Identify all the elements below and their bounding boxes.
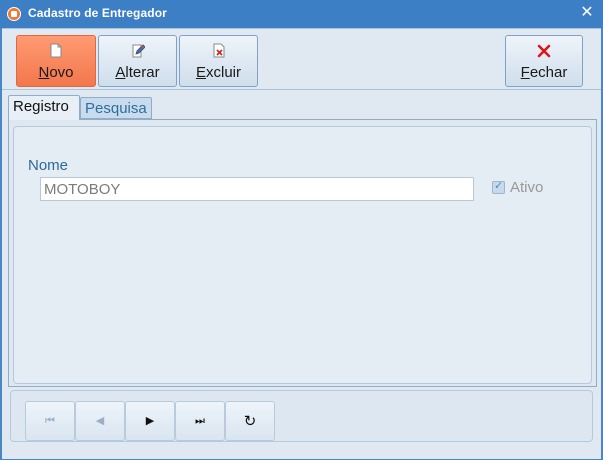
toolbar-divider bbox=[2, 89, 601, 90]
refresh-button[interactable]: ↻ bbox=[225, 401, 275, 441]
nome-input[interactable] bbox=[40, 177, 474, 201]
novo-button[interactable]: Novo bbox=[16, 35, 96, 87]
next-record-icon: ▶ bbox=[145, 414, 155, 427]
first-record-button[interactable]: ⏮ bbox=[25, 401, 75, 441]
checkbox-checked-icon[interactable] bbox=[492, 179, 505, 194]
first-record-icon: ⏮ bbox=[45, 414, 55, 427]
registro-panel bbox=[8, 119, 597, 387]
excluir-label: Excluir bbox=[195, 64, 242, 81]
alterar-button[interactable]: Alterar bbox=[98, 35, 177, 87]
excluir-button[interactable]: Excluir bbox=[179, 35, 258, 87]
window: Cadastro de Entregador ✕ Novo Alterar Ex… bbox=[0, 0, 603, 460]
app-icon bbox=[7, 7, 21, 21]
title-bar[interactable]: Cadastro de Entregador ✕ bbox=[0, 0, 603, 28]
prior-record-icon: ◀ bbox=[95, 414, 105, 427]
window-title: Cadastro de Entregador bbox=[28, 6, 167, 20]
form-group bbox=[13, 126, 592, 384]
new-document-icon bbox=[50, 43, 62, 58]
prior-record-button[interactable]: ◀ bbox=[75, 401, 125, 441]
ativo-label: Ativo bbox=[510, 179, 544, 196]
delete-document-icon bbox=[213, 43, 224, 58]
last-record-icon: ⏭ bbox=[195, 414, 205, 427]
window-client: Novo Alterar Excluir Fechar Registro Pes… bbox=[2, 28, 601, 459]
record-navigator: ⏮ ◀ ▶ ⏭ ↻ bbox=[10, 390, 593, 442]
fechar-label: Fechar bbox=[520, 64, 568, 81]
nome-label: Nome bbox=[28, 157, 69, 174]
next-record-button[interactable]: ▶ bbox=[125, 401, 175, 441]
close-red-x-icon bbox=[537, 44, 551, 58]
tab-pesquisa[interactable]: Pesquisa bbox=[80, 97, 152, 119]
alterar-label: Alterar bbox=[115, 64, 160, 81]
novo-label: Novo bbox=[38, 64, 74, 81]
close-icon[interactable]: ✕ bbox=[579, 3, 595, 23]
last-record-button[interactable]: ⏭ bbox=[175, 401, 225, 441]
edit-document-icon bbox=[132, 44, 145, 58]
refresh-icon: ↻ bbox=[243, 412, 257, 430]
tab-registro[interactable]: Registro bbox=[8, 95, 80, 120]
fechar-button[interactable]: Fechar bbox=[505, 35, 583, 87]
